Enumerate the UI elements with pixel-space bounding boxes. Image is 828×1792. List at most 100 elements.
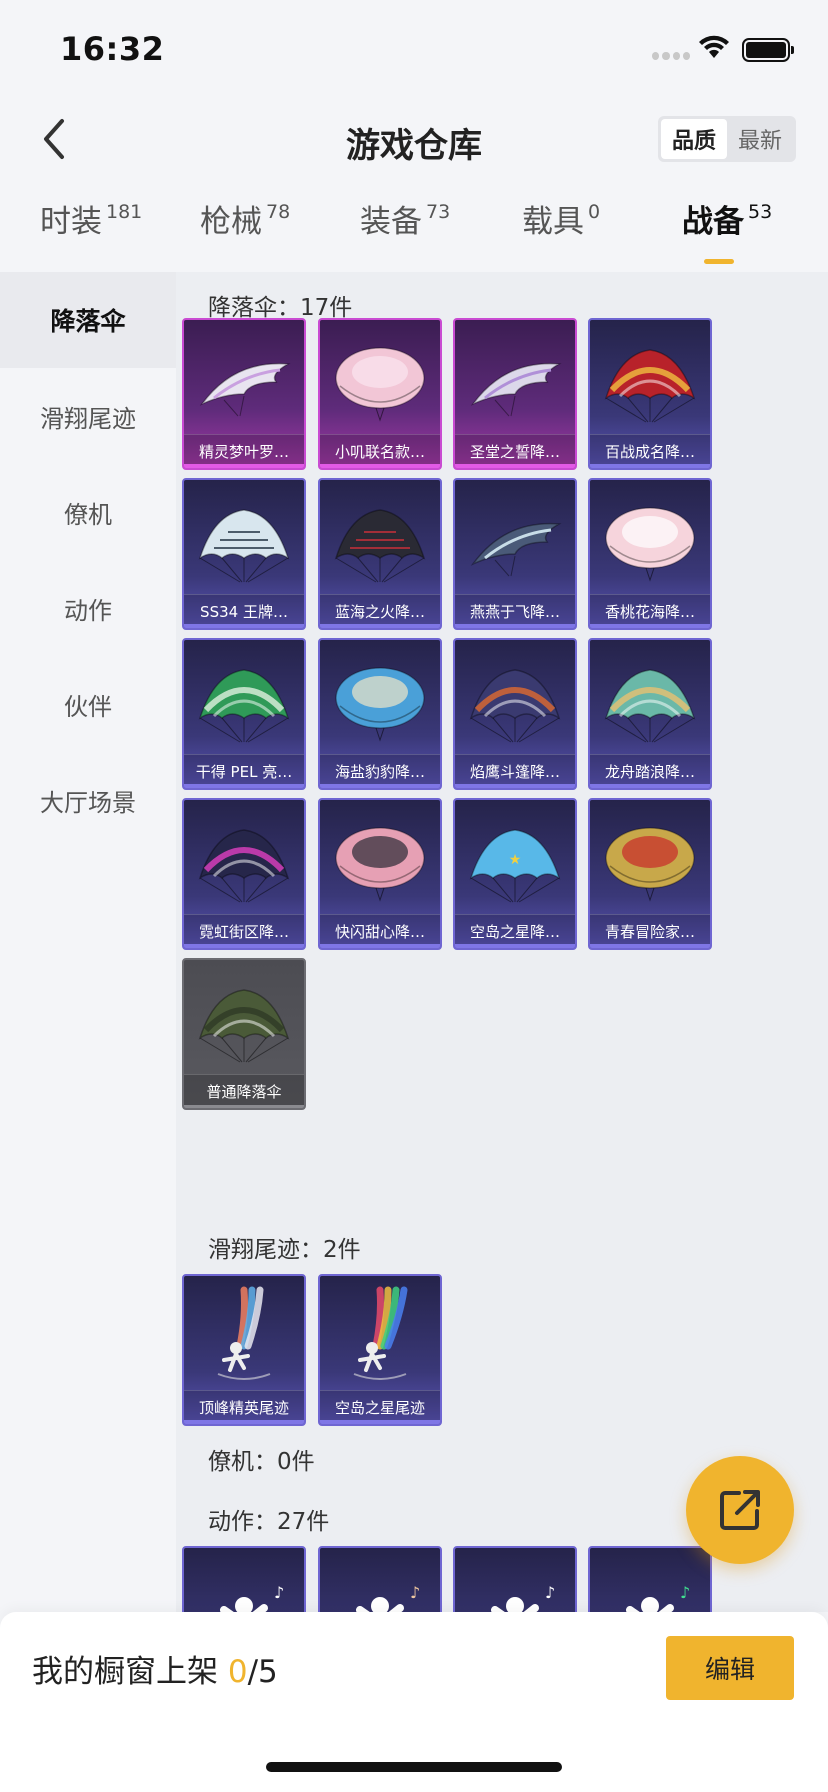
showcase-count: 0: [227, 1654, 248, 1690]
parachute-sky-island-icon: ★: [469, 829, 561, 903]
category-tabs: 时装 181 枪械 78 装备 73 载具 0 战备 53: [0, 196, 828, 272]
sidebar: 降落伞 滑翔尾迹 僚机 动作 伙伴 大厅场景: [0, 272, 176, 1612]
item-name: 燕燕于飞降…: [455, 594, 575, 628]
section-title-parachute: 降落伞：17件: [208, 295, 353, 321]
item-card[interactable]: 圣堂之誓降…: [453, 318, 577, 470]
tab-equipment[interactable]: 装备 73: [360, 196, 450, 272]
rarity-bar: [455, 624, 575, 628]
parachute-neon-icon: [198, 829, 290, 903]
sort-option-newest[interactable]: 最新: [727, 119, 793, 159]
item-card[interactable]: ♪: [588, 1546, 712, 1612]
wifi-icon: [698, 34, 730, 64]
parachute-olive-icon: [198, 989, 290, 1063]
sidebar-item-trail[interactable]: 滑翔尾迹: [0, 368, 176, 464]
section-title-trail: 滑翔尾迹：2件: [208, 1237, 361, 1263]
emote-dance-icon: ♪: [491, 1583, 555, 1612]
item-name: 蓝海之火降…: [320, 594, 440, 628]
parachute-blue-striped-icon: [335, 667, 425, 742]
rarity-bar: [320, 784, 440, 788]
home-indicator[interactable]: [266, 1762, 562, 1772]
rarity-bar: [184, 464, 304, 468]
item-card[interactable]: 空岛之星尾迹: [318, 1274, 442, 1426]
svg-text:♪: ♪: [680, 1583, 690, 1602]
item-card[interactable]: ♪: [318, 1546, 442, 1612]
svg-text:♪: ♪: [410, 1583, 420, 1602]
item-card[interactable]: 青春冒险家…: [588, 798, 712, 950]
item-card[interactable]: 干得 PEL 亮…: [182, 638, 306, 790]
rarity-bar: [590, 784, 710, 788]
sidebar-item-companion[interactable]: 伙伴: [0, 656, 176, 752]
rarity-bar: [455, 944, 575, 948]
parachute-swallow-icon: [470, 522, 562, 577]
tab-combat-gear[interactable]: 战备 53: [682, 196, 772, 272]
item-name: 小叽联名款…: [320, 434, 440, 468]
status-time: 16:32: [60, 30, 165, 68]
emote-money-icon: ♪: [626, 1583, 690, 1612]
item-name: 空岛之星尾迹: [320, 1390, 440, 1424]
parachute-wing-icon: [470, 362, 562, 417]
parachute-eagle-icon: [469, 669, 561, 743]
rarity-bar: [184, 624, 304, 628]
item-card[interactable]: 普通降落伞: [182, 958, 306, 1110]
showcase-status: 我的橱窗上架 0/5: [32, 1646, 278, 1691]
sidebar-item-parachute[interactable]: 降落伞: [0, 272, 176, 368]
item-card[interactable]: 小叽联名款…: [318, 318, 442, 470]
item-name: SS34 王牌…: [184, 594, 304, 628]
item-card[interactable]: 快闪甜心降…: [318, 798, 442, 950]
item-name: 霓虹街区降…: [184, 914, 304, 948]
battery-icon: [742, 38, 794, 62]
item-name: 龙舟踏浪降…: [590, 754, 710, 788]
sort-option-quality[interactable]: 品质: [661, 119, 727, 159]
item-card[interactable]: 燕燕于飞降…: [453, 478, 577, 630]
share-button[interactable]: [686, 1456, 794, 1564]
item-card[interactable]: ★ 空岛之星降…: [453, 798, 577, 950]
item-name: 干得 PEL 亮…: [184, 754, 304, 788]
rarity-bar: [320, 624, 440, 628]
tab-fashion[interactable]: 时装 181: [40, 196, 142, 272]
tab-count: 73: [426, 201, 451, 223]
item-card[interactable]: 霓虹街区降…: [182, 798, 306, 950]
rarity-bar: [184, 784, 304, 788]
item-card[interactable]: 龙舟踏浪降…: [588, 638, 712, 790]
item-card[interactable]: 蓝海之火降…: [318, 478, 442, 630]
item-card[interactable]: 顶峰精英尾迹: [182, 1274, 306, 1426]
item-card[interactable]: ♪: [182, 1546, 306, 1612]
parachute-heart-icon: [335, 827, 425, 902]
tab-count: 181: [106, 201, 143, 223]
section-title-wingman: 僚机：0件: [208, 1449, 315, 1475]
tab-vehicles[interactable]: 载具 0: [522, 196, 600, 272]
sidebar-item-lobby-scene[interactable]: 大厅场景: [0, 752, 176, 848]
edit-button[interactable]: 编辑: [666, 1636, 794, 1700]
item-card[interactable]: ♪: [453, 1546, 577, 1612]
emote-music-icon: ♪: [220, 1583, 284, 1612]
tab-label: 枪械: [200, 204, 262, 240]
item-grid-panel[interactable]: 降落伞：17件 精灵梦叶罗… 小叽联名款… 圣堂之誓降… 百战成名降… SS34 王牌……: [176, 272, 828, 1612]
parachute-speed-icon: [605, 827, 695, 902]
sidebar-item-emote[interactable]: 动作: [0, 560, 176, 656]
item-card[interactable]: 香桃花海降…: [588, 478, 712, 630]
item-card[interactable]: 焰鹰斗篷降…: [453, 638, 577, 790]
rarity-bar: [320, 464, 440, 468]
status-bar: 16:32: [0, 0, 828, 96]
tab-count: 53: [748, 201, 773, 223]
item-name: 百战成名降…: [590, 434, 710, 468]
tab-label: 载具: [522, 204, 584, 240]
item-card[interactable]: 海盐豹豹降…: [318, 638, 442, 790]
item-name: 精灵梦叶罗…: [184, 434, 304, 468]
parachute-dragonboat-icon: [604, 669, 696, 743]
rarity-bar: [184, 1420, 304, 1424]
item-card[interactable]: 精灵梦叶罗…: [182, 318, 306, 470]
sort-toggle: 品质 最新: [658, 116, 796, 162]
item-card[interactable]: SS34 王牌…: [182, 478, 306, 630]
item-name: 圣堂之誓降…: [455, 434, 575, 468]
rarity-bar: [455, 784, 575, 788]
tab-label: 战备: [682, 204, 744, 240]
item-name: 海盐豹豹降…: [320, 754, 440, 788]
item-name: 普通降落伞: [184, 1074, 304, 1108]
tab-guns[interactable]: 枪械 78: [200, 196, 290, 272]
sidebar-item-wingman[interactable]: 僚机: [0, 464, 176, 560]
rarity-bar: [590, 624, 710, 628]
svg-text:♪: ♪: [545, 1583, 555, 1602]
parachute-dark-red-icon: [334, 509, 426, 583]
item-card[interactable]: 百战成名降…: [588, 318, 712, 470]
